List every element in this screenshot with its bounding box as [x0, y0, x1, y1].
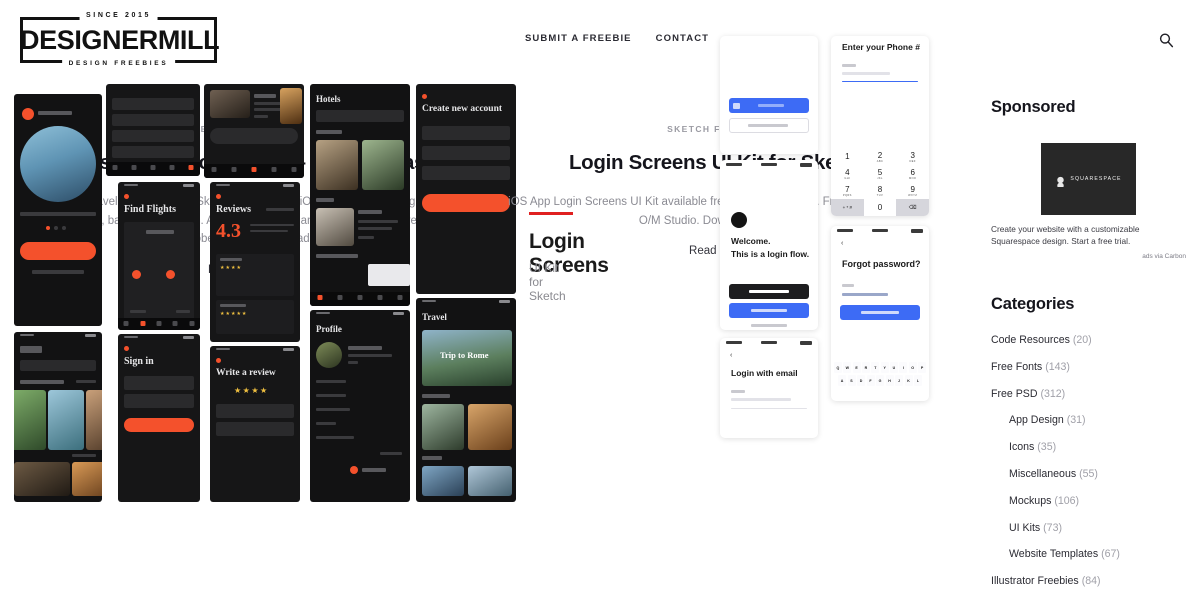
page-root: SINCE 2015 DESIGNERMILL DESIGN FREEBIES …: [0, 0, 1200, 606]
list-item: Code Resources (20): [991, 329, 1186, 352]
content-area: Find Flights: [0, 36, 1200, 606]
list-item: Free Fonts (143): [991, 356, 1186, 379]
category-link-free-psd[interactable]: Free PSD (312): [991, 388, 1065, 400]
squarespace-logo-text: SQUARESPACE: [1070, 176, 1122, 182]
category-count: (312): [1040, 387, 1066, 400]
category-link-free-fonts[interactable]: Free Fonts (143): [991, 361, 1070, 373]
category-label: App Design: [1009, 414, 1064, 427]
category-link-mockups[interactable]: Mockups (106): [1009, 495, 1079, 507]
nav-submit-a-freebie[interactable]: SUBMIT A FREEBIE: [525, 33, 632, 44]
ad-attribution[interactable]: ads via Carbon: [991, 253, 1186, 260]
categories-heading: Categories: [991, 295, 1075, 313]
main-navigation: SUBMIT A FREEBIE CONTACT: [525, 33, 709, 44]
logo-tagline: DESIGN FREEBIES: [61, 58, 176, 70]
sponsored-ad-copy[interactable]: Create your website with a customizable …: [991, 224, 1186, 247]
category-link-illustrator-freebies[interactable]: Illustrator Freebies (84): [991, 575, 1101, 587]
category-count: (31): [1066, 414, 1086, 427]
category-link-website-templates[interactable]: Website Templates (67): [1009, 548, 1120, 560]
sponsored-heading: Sponsored: [991, 98, 1076, 116]
list-item: Icons (35): [991, 436, 1186, 459]
list-item: Website Templates (67): [991, 543, 1186, 566]
category-label: Miscellaneous: [1009, 467, 1077, 480]
sponsored-ad[interactable]: SQUARESPACE Create your website with a c…: [991, 143, 1186, 260]
category-count: (67): [1101, 548, 1120, 561]
logo-since-text: SINCE 2015: [79, 10, 158, 22]
category-count: (55): [1079, 467, 1098, 480]
category-label: Mockups: [1009, 494, 1052, 507]
category-count: (35): [1037, 441, 1057, 454]
category-count: (143): [1045, 360, 1070, 373]
logo-wordmark: DESIGNERMILL: [20, 25, 220, 55]
nav-contact[interactable]: CONTACT: [656, 33, 709, 44]
category-link-icons[interactable]: Icons (35): [1009, 441, 1056, 453]
category-label: Free PSD: [991, 387, 1038, 400]
category-count: (73): [1043, 521, 1062, 534]
category-label: UI Kits: [1009, 521, 1041, 534]
list-item: App Design (31): [991, 409, 1186, 432]
category-count: (84): [1081, 575, 1101, 588]
search-icon[interactable]: [1156, 30, 1176, 50]
list-item: UI Kits (73): [991, 517, 1186, 540]
list-item: Free PSD (312): [991, 383, 1186, 406]
category-label: Free Fonts: [991, 360, 1043, 373]
category-link-app-design[interactable]: App Design (31): [1009, 414, 1086, 426]
site-header: SINCE 2015 DESIGNERMILL DESIGN FREEBIES …: [0, 0, 1200, 80]
category-label: Website Templates: [1009, 548, 1099, 561]
sidebar: Sponsored SQUARESPACE Create your websit…: [991, 98, 1186, 597]
site-logo[interactable]: SINCE 2015 DESIGNERMILL DESIGN FREEBIES: [20, 10, 220, 70]
post-card-travelisto: Find Flights: [14, 84, 516, 502]
squarespace-ad-image[interactable]: SQUARESPACE: [1041, 143, 1136, 215]
category-link-ui-kits[interactable]: UI Kits (73): [1009, 522, 1062, 534]
post-card-login-screens: Login Screens UI Kit for Sketch: [501, 36, 934, 438]
category-link-miscellaneous[interactable]: Miscellaneous (55): [1009, 468, 1098, 480]
categories-list: Code Resources (20) Free Fonts (143) Fre…: [991, 329, 1186, 593]
category-label: Illustrator Freebies: [991, 575, 1079, 588]
category-label: Icons: [1009, 441, 1035, 454]
category-count: (20): [1072, 334, 1092, 346]
list-item: Miscellaneous (55): [991, 463, 1186, 486]
list-item: Illustrator Freebies (84): [991, 570, 1186, 593]
category-count: (106): [1054, 494, 1080, 507]
list-item: Mockups (106): [991, 490, 1186, 513]
category-label: Code Resources: [991, 334, 1070, 346]
squarespace-logo-icon: [1055, 174, 1066, 189]
category-link-code-resources[interactable]: Code Resources (20): [991, 334, 1092, 346]
